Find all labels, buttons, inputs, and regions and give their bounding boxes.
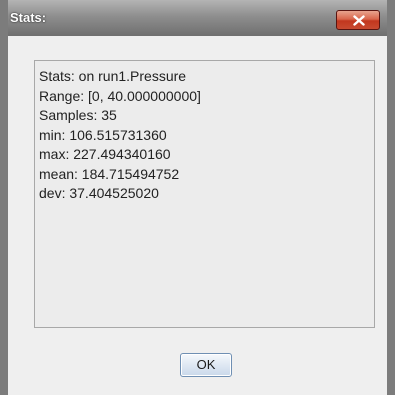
stats-range-line: Range: [0, 40.000000000] xyxy=(39,87,201,104)
close-button[interactable] xyxy=(336,10,380,30)
title-bar[interactable]: Stats: xyxy=(8,0,387,36)
stats-samples-line: Samples: 35 xyxy=(39,107,117,123)
stats-max-line: max: 227.494340160 xyxy=(39,146,171,162)
stats-source-line: Stats: on run1.Pressure xyxy=(39,68,187,84)
stats-dev-line: dev: 37.404525020 xyxy=(39,185,159,201)
dialog-content: Stats: on run1.Pressure Range: [0, 40.00… xyxy=(8,36,387,395)
stats-output-box: Stats: on run1.Pressure Range: [0, 40.00… xyxy=(34,60,375,328)
dialog-title: Stats: xyxy=(10,10,47,25)
stats-mean-line: mean: 184.715494752 xyxy=(39,165,180,182)
stats-min-line: min: 106.515731360 xyxy=(39,126,167,143)
close-x-icon xyxy=(353,15,365,26)
stats-dialog: Stats: Stats: on run1.Pressure Range: [0… xyxy=(0,0,395,395)
ok-button[interactable]: OK xyxy=(180,353,232,377)
